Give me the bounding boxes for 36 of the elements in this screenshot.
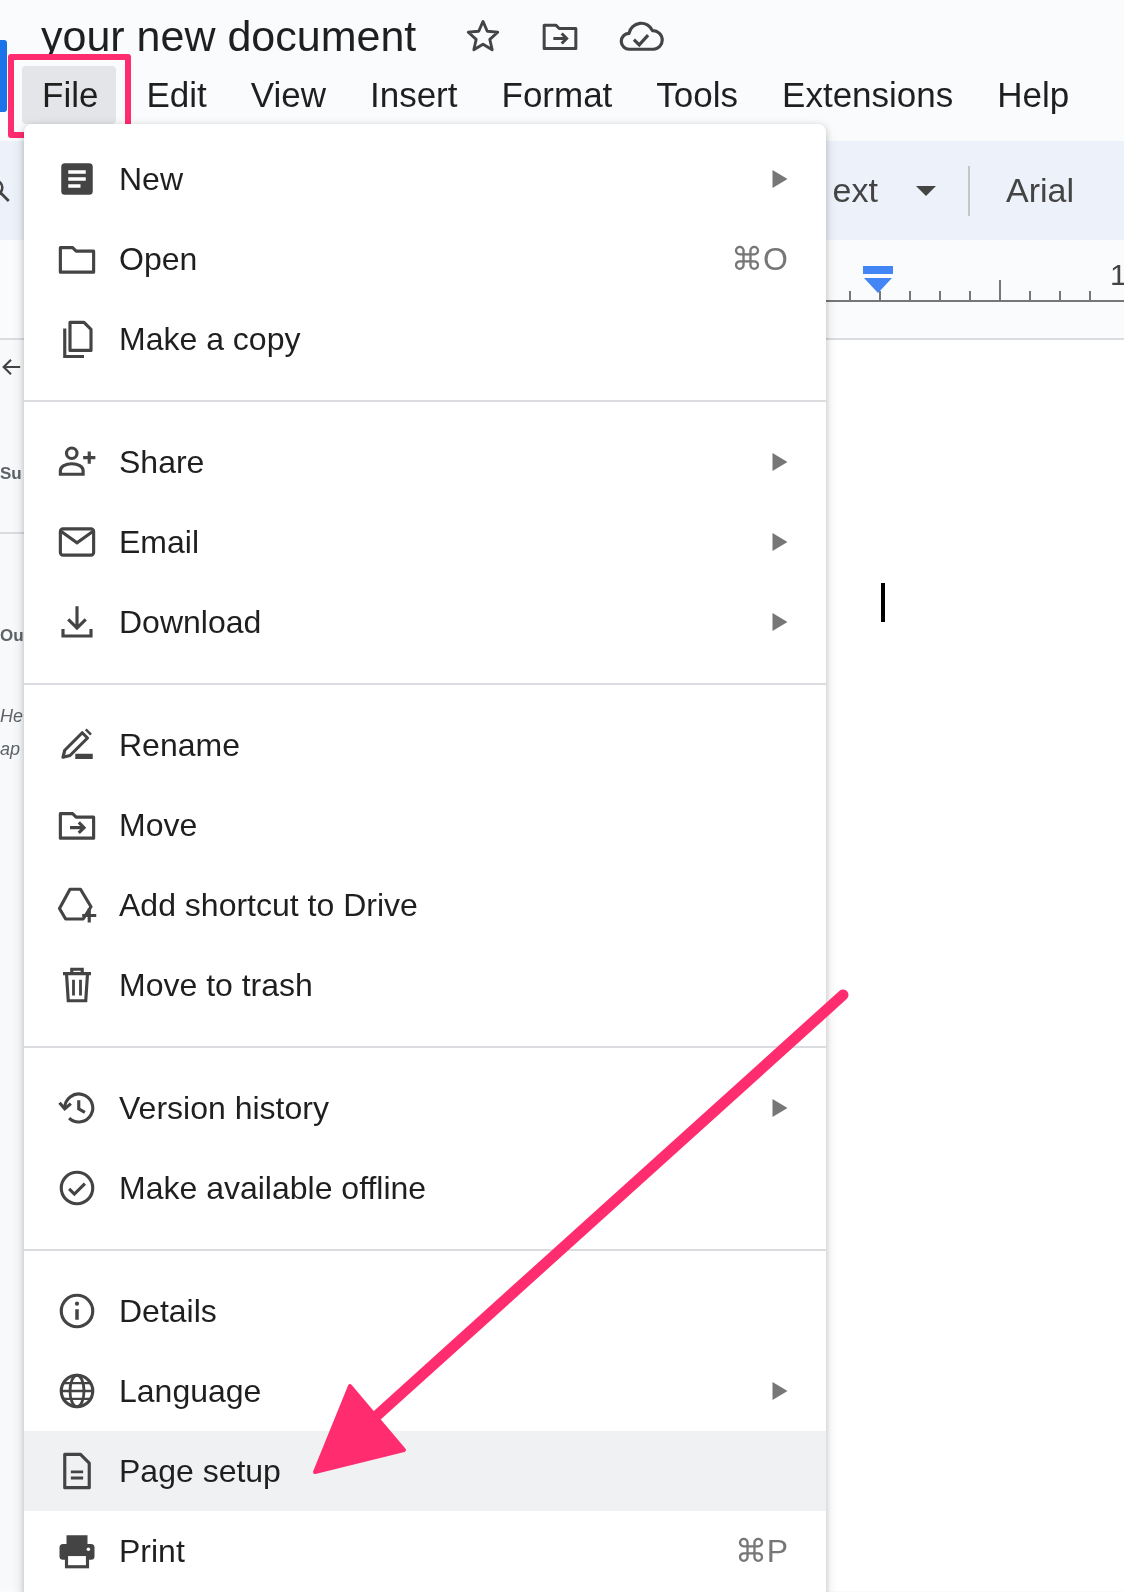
menu-item[interactable]: Download xyxy=(24,582,826,662)
document-title[interactable]: your new document xyxy=(41,14,417,58)
menu-item[interactable]: Language xyxy=(24,1351,826,1431)
shortcut-label: ⌘O xyxy=(731,240,788,278)
menu-item[interactable]: Make a copy xyxy=(24,299,826,379)
sidebar-hint: He xyxy=(0,706,24,727)
menu-item[interactable]: Details xyxy=(24,1271,826,1351)
menu-item[interactable]: Add shortcut to Drive xyxy=(24,865,826,945)
menu-bar-item[interactable]: Edit xyxy=(132,66,221,124)
menu-bar-item[interactable]: View xyxy=(236,66,340,124)
menu-item[interactable]: Print ⌘P xyxy=(24,1511,826,1591)
font-field[interactable]: Arial xyxy=(1005,171,1074,210)
menu-bar-item[interactable]: Help xyxy=(983,66,1084,124)
menu-item[interactable]: New xyxy=(24,139,826,219)
menu-item[interactable]: Email xyxy=(24,502,826,582)
sidebar-heading: Su xyxy=(0,464,23,484)
menu-item[interactable]: Rename xyxy=(24,705,826,785)
sidebar-hint: ap xyxy=(0,739,22,760)
style-field[interactable]: ext xyxy=(832,171,878,210)
menu-item[interactable]: Move to trash xyxy=(24,945,826,1025)
indent-marker-icon[interactable] xyxy=(863,266,893,294)
menu-bar-item[interactable]: Extensions xyxy=(768,66,968,124)
text-cursor xyxy=(881,583,885,622)
menu-item[interactable]: Page setup xyxy=(24,1431,826,1511)
menu-item[interactable]: Version history xyxy=(24,1068,826,1148)
menu-bar-item[interactable]: Tools xyxy=(642,66,753,124)
menu-bar-item[interactable]: File xyxy=(22,66,117,124)
menu-item[interactable]: Move xyxy=(24,785,826,865)
menu-item[interactable]: Open ⌘O xyxy=(24,219,826,299)
shortcut-label: ⌘P xyxy=(734,1532,788,1570)
menu-bar-item[interactable]: Insert xyxy=(355,66,472,124)
menu-item[interactable]: Share xyxy=(24,422,826,502)
menu-item[interactable]: Make available offline xyxy=(24,1148,826,1228)
menu-bar-item[interactable]: Format xyxy=(487,66,627,124)
sidebar-heading: Ou xyxy=(0,626,24,646)
caret-icon[interactable] xyxy=(915,185,936,196)
